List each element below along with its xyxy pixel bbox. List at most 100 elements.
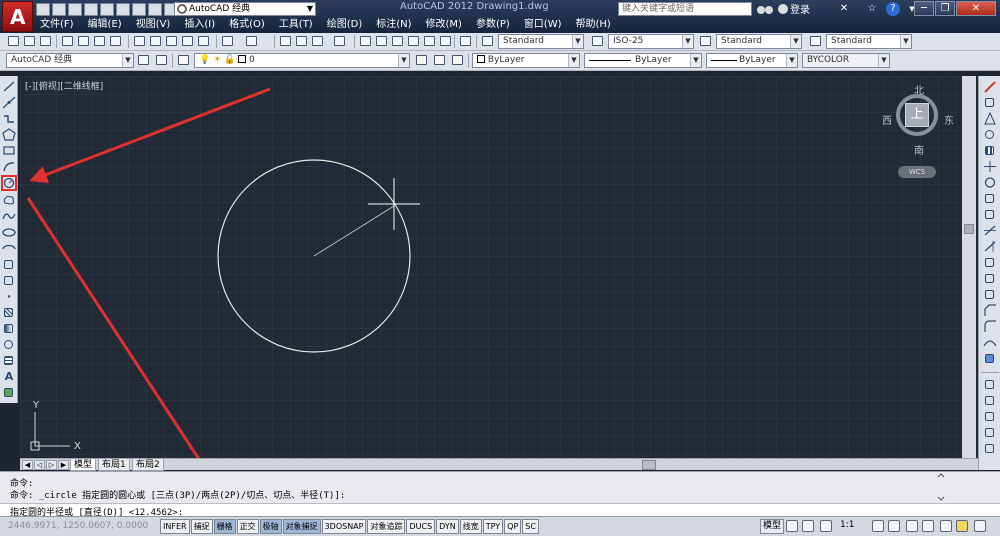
close-button[interactable]: ✕ xyxy=(956,1,996,16)
hatch-icon[interactable] xyxy=(2,306,16,319)
fillet-icon[interactable] xyxy=(983,320,997,333)
text-style-icon[interactable] xyxy=(480,34,496,49)
undo-icon[interactable] xyxy=(220,34,236,49)
status-toggle-栅格[interactable]: 栅格 xyxy=(213,519,236,534)
annotation-scale-icon[interactable] xyxy=(820,520,832,532)
calculator-icon[interactable] xyxy=(438,34,454,49)
drawing-canvas[interactable]: [-][俯视][二维线框] Y X 北 南 西 东 上 WCS xyxy=(20,76,978,458)
help-icon[interactable]: ? xyxy=(886,2,900,16)
insert-block-icon[interactable] xyxy=(2,258,16,271)
autocad-logo-icon[interactable]: A xyxy=(2,1,33,32)
block-editor-icon[interactable] xyxy=(196,34,212,49)
zoom-previous-icon[interactable] xyxy=(332,34,348,49)
polygon-icon[interactable] xyxy=(2,128,16,141)
offset-icon[interactable] xyxy=(983,128,997,141)
ellipse-arc-icon[interactable] xyxy=(2,242,16,255)
undo-dropdown-icon[interactable] xyxy=(132,3,146,16)
color-dropdown[interactable]: ByLayer ▼ xyxy=(472,53,580,68)
copy-icon[interactable] xyxy=(148,34,164,49)
status-toggle-sc[interactable]: SC xyxy=(522,519,539,534)
join-icon[interactable] xyxy=(983,288,997,301)
layer-previous-icon[interactable] xyxy=(432,53,448,68)
zoom-window-icon[interactable] xyxy=(310,34,326,49)
menu-edit[interactable]: 编辑(E) xyxy=(84,17,132,33)
isolate-objects-icon[interactable] xyxy=(956,520,968,532)
maximize-button[interactable]: ❐ xyxy=(935,1,955,16)
bring-to-front-icon[interactable] xyxy=(983,394,997,407)
plot-icon[interactable] xyxy=(60,34,76,49)
ellipse-icon[interactable] xyxy=(2,226,16,239)
tab-model[interactable]: 模型 xyxy=(70,459,97,471)
print-icon[interactable] xyxy=(100,3,114,16)
send-to-back-icon[interactable] xyxy=(983,410,997,423)
model-space-button[interactable]: 模型 xyxy=(760,519,785,534)
line-icon[interactable] xyxy=(2,80,16,93)
break-icon[interactable] xyxy=(983,272,997,285)
draworder-icon[interactable] xyxy=(983,378,997,391)
layer-dropdown[interactable]: 💡 ☀ 🔓 0 ▼ xyxy=(194,53,410,68)
auto-scale-icon[interactable] xyxy=(888,520,900,532)
bring-above-objects-icon[interactable] xyxy=(983,426,997,439)
blend-curves-icon[interactable] xyxy=(983,336,997,349)
multileader-style-dropdown[interactable]: Standard ▼ xyxy=(826,34,912,49)
workspace-dropdown[interactable]: AutoCAD 经典 ▼ xyxy=(174,2,316,16)
workspace-switch-dropdown[interactable]: AutoCAD 经典 ▼ xyxy=(6,53,134,68)
undo-icon[interactable] xyxy=(116,3,130,16)
minimize-button[interactable]: ─ xyxy=(914,1,934,16)
scale-icon[interactable] xyxy=(983,192,997,205)
annotation-scale-value[interactable]: 1:1 xyxy=(840,520,854,530)
help-icon[interactable] xyxy=(458,34,474,49)
text-style-dropdown[interactable]: Standard ▼ xyxy=(498,34,584,49)
spline-icon[interactable] xyxy=(2,210,16,223)
save-icon[interactable] xyxy=(38,34,54,49)
hardware-acceleration-icon[interactable] xyxy=(940,520,952,532)
region-icon[interactable] xyxy=(2,338,16,351)
add-selected-icon[interactable] xyxy=(2,386,16,399)
revision-cloud-icon[interactable] xyxy=(2,194,16,207)
construction-line-icon[interactable] xyxy=(2,96,16,109)
status-toggle-极轴[interactable]: 极轴 xyxy=(259,519,282,534)
lineweight-dropdown[interactable]: ByLayer ▼ xyxy=(706,53,798,68)
status-toggle-ducs[interactable]: DUCS xyxy=(406,519,436,534)
pan-icon[interactable] xyxy=(278,34,294,49)
dim-style-dropdown[interactable]: ISO-25 ▼ xyxy=(608,34,694,49)
table-style-dropdown[interactable]: Standard ▼ xyxy=(716,34,802,49)
copy-object-icon[interactable] xyxy=(983,96,997,109)
menu-window[interactable]: 窗口(W) xyxy=(520,17,572,33)
trim-icon[interactable] xyxy=(983,224,997,237)
lock-icon[interactable] xyxy=(922,520,934,532)
move-icon[interactable] xyxy=(983,160,997,173)
menu-tools[interactable]: 工具(T) xyxy=(275,17,323,33)
status-toggle-infer[interactable]: INFER xyxy=(160,519,190,534)
qnew-icon[interactable] xyxy=(6,34,22,49)
quick-view-drawings-icon[interactable] xyxy=(802,520,814,532)
stretch-icon[interactable] xyxy=(983,208,997,221)
status-toggle-线宽[interactable]: 线宽 xyxy=(459,519,482,534)
send-under-objects-icon[interactable] xyxy=(983,442,997,455)
status-toggle-对象追踪[interactable]: 对象追踪 xyxy=(367,519,406,534)
menu-file[interactable]: 文件(F) xyxy=(36,17,84,33)
command-scroll-icon[interactable] xyxy=(936,473,946,501)
save-as-icon[interactable] xyxy=(84,3,98,16)
make-block-icon[interactable] xyxy=(2,274,16,287)
mirror-icon[interactable] xyxy=(983,111,997,125)
paste-icon[interactable] xyxy=(164,34,180,49)
previous-tab-button[interactable]: ◁ xyxy=(34,460,45,470)
command-input[interactable]: 指定圆的半径或 [直径(D)] <12.4562>: xyxy=(0,503,1000,518)
point-icon[interactable] xyxy=(2,290,16,303)
cut-icon[interactable] xyxy=(132,34,148,49)
login-button[interactable]: 登录 xyxy=(778,1,810,16)
status-toggle-正交[interactable]: 正交 xyxy=(236,519,259,534)
new-icon[interactable] xyxy=(36,3,50,16)
zoom-realtime-icon[interactable] xyxy=(294,34,310,49)
workspace-switching-icon[interactable] xyxy=(906,520,918,532)
open-icon[interactable] xyxy=(52,3,66,16)
menu-modify[interactable]: 修改(M) xyxy=(422,17,472,33)
tab-layout2[interactable]: 布局2 xyxy=(132,459,164,471)
annotation-visibility-icon[interactable] xyxy=(872,520,884,532)
workspace-settings-icon[interactable] xyxy=(136,53,152,68)
break-at-point-icon[interactable] xyxy=(983,256,997,269)
plotstyle-dropdown[interactable]: BYCOLOR ▼ xyxy=(802,53,890,68)
extend-icon[interactable] xyxy=(983,240,997,253)
menu-parametric[interactable]: 参数(P) xyxy=(472,17,520,33)
